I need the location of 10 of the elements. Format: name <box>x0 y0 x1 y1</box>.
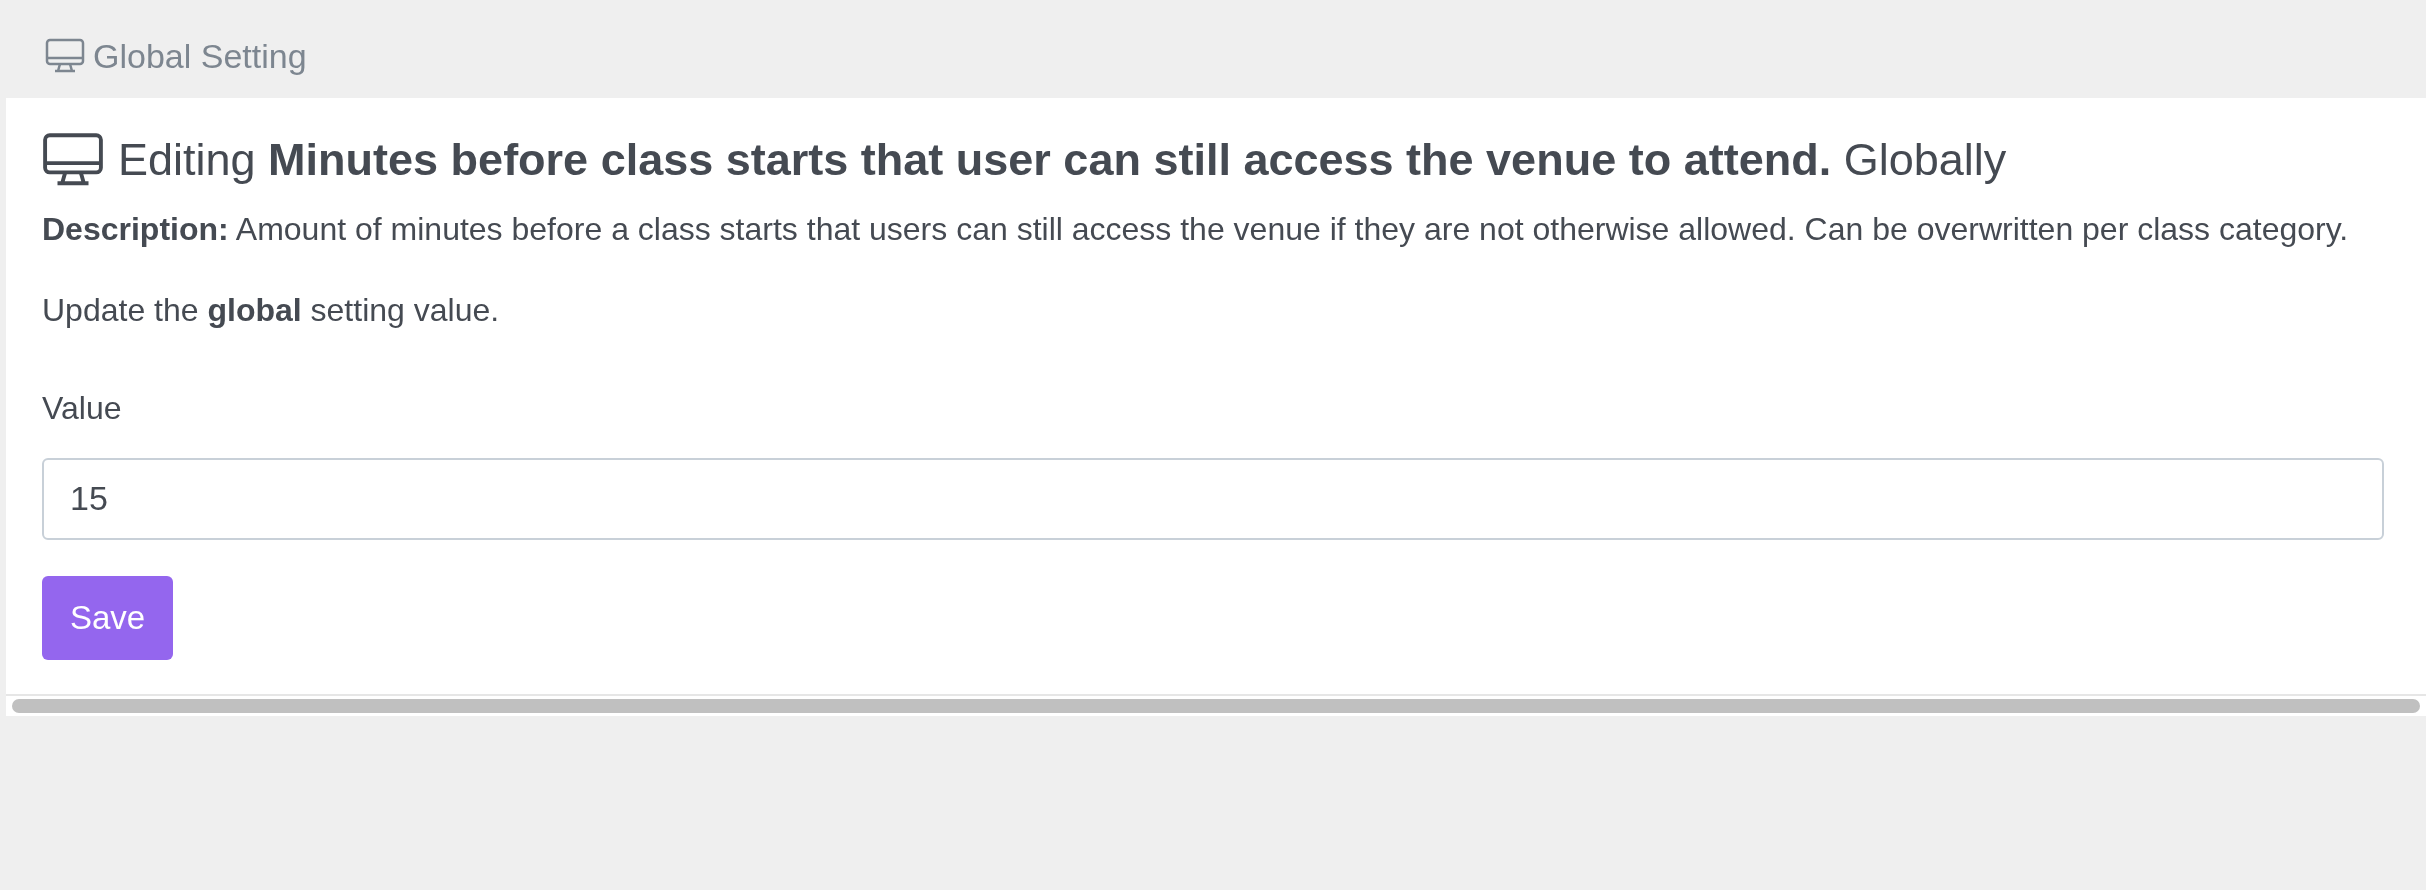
breadcrumb-title: Global Setting <box>93 35 307 77</box>
save-button[interactable]: Save <box>42 575 174 660</box>
monitor-icon <box>42 131 104 188</box>
monitor-icon <box>45 38 85 74</box>
scrollbar[interactable] <box>12 698 2420 713</box>
instruction-text: Update the global setting value. <box>42 290 501 330</box>
field-label: Value <box>42 388 123 428</box>
value-input[interactable]: 15 <box>42 457 2384 540</box>
description-text: Description: Amount of minutes before a class starts that users can still access the venue if they are not otherwise allowed. Can be overwritten per class category. <box>42 209 2350 249</box>
page-title: Editing Minutes before class starts that user can still access the venue to attend. Globally <box>118 133 2007 187</box>
